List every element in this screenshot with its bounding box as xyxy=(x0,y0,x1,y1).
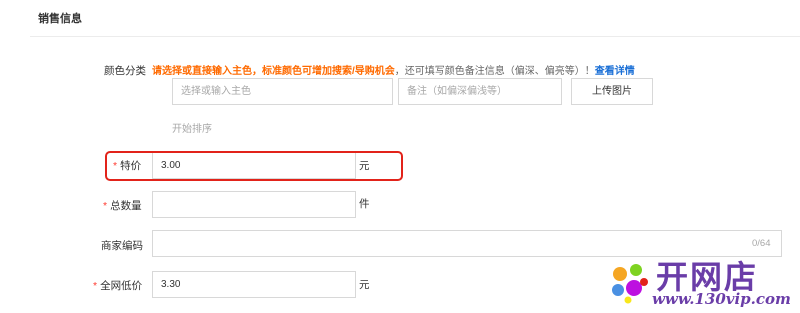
total-quantity-input[interactable] xyxy=(152,191,356,218)
start-sort-link[interactable]: 开始排序 xyxy=(172,120,212,135)
merchant-code-counter: 0/64 xyxy=(752,238,771,249)
hint-highlight-text: 请选择或直接输入主色，标准颜色可增加搜索/导购机会 xyxy=(152,66,395,77)
section-title: 销售信息 xyxy=(38,13,82,25)
required-mark: * xyxy=(93,280,98,292)
color-category-label: 颜色分类 xyxy=(104,65,146,77)
color-remark-input[interactable]: 备注（如偏深偏浅等） xyxy=(398,78,562,105)
total-quantity-label: * 总数量 xyxy=(103,198,142,213)
required-mark: * xyxy=(103,200,108,212)
watermark-url: www.130vip.com xyxy=(652,290,791,308)
lowest-price-input[interactable]: 3.30 xyxy=(152,271,356,298)
lowest-price-unit: 元 xyxy=(359,279,370,291)
view-details-link[interactable]: 查看详情 xyxy=(595,66,635,77)
merchant-code-label: 商家编码 xyxy=(101,240,143,252)
section-divider xyxy=(30,36,800,37)
upload-image-button[interactable]: 上传图片 xyxy=(571,78,653,105)
hint-text: ，还可填写颜色备注信息（偏深、偏亮等）！ xyxy=(394,66,595,77)
watermark: 开网店 www.130vip.com xyxy=(606,252,800,310)
lowest-price-label: * 全网低价 xyxy=(93,278,142,293)
total-quantity-unit: 件 xyxy=(359,198,370,210)
watermark-logo-icon xyxy=(612,264,648,304)
highlight-box xyxy=(105,151,403,181)
total-quantity-label-text: 总数量 xyxy=(110,200,142,212)
lowest-price-label-text: 全网低价 xyxy=(100,280,143,292)
main-color-input[interactable]: 选择或输入主色 xyxy=(172,78,393,105)
color-category-hint: 请选择或直接输入主色，标准颜色可增加搜索/导购机会，还可填写颜色备注信息（偏深、… xyxy=(152,62,635,77)
